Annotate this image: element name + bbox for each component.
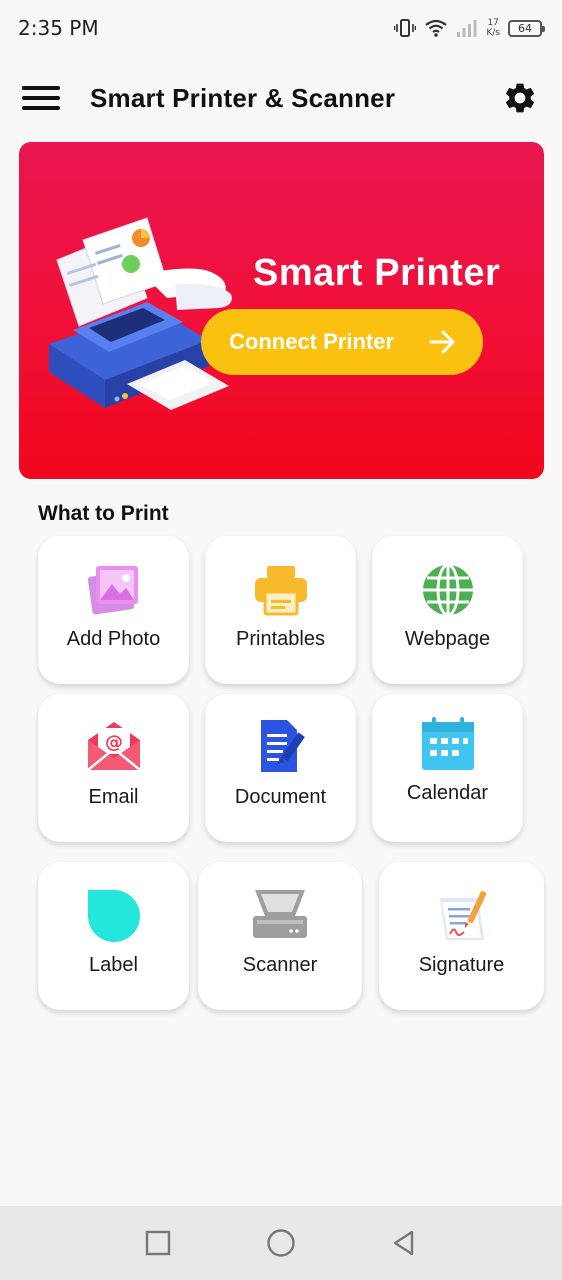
tile-label[interactable]: Label	[38, 862, 189, 1010]
tile-email[interactable]: @ Email	[38, 694, 189, 842]
tile-signature[interactable]: Signature	[379, 862, 544, 1010]
vibrate-icon	[394, 19, 417, 37]
section-title: What to Print	[38, 502, 169, 525]
printer-illustration	[49, 217, 232, 410]
tile-scanner[interactable]: Scanner	[198, 862, 362, 1010]
tile-document[interactable]: Document	[205, 694, 356, 842]
gear-icon[interactable]	[500, 78, 540, 118]
status-icons: 17 K/s 64	[394, 18, 545, 38]
tile-label: Printables	[236, 628, 325, 650]
banner-title: Smart Printer	[253, 252, 501, 294]
connect-printer-label: Connect Printer	[229, 329, 395, 354]
network-speed-unit: K/s	[486, 28, 500, 38]
home-circle-icon[interactable]	[261, 1223, 301, 1263]
tile-add-photo[interactable]: Add Photo	[38, 536, 189, 684]
status-time: 2:35 PM	[18, 16, 99, 40]
tile-label: Add Photo	[66, 628, 161, 650]
status-bar: 2:35 PM 17 K/s 64	[0, 0, 562, 56]
wifi-icon	[425, 19, 448, 37]
email-icon: @	[86, 722, 141, 771]
tile-label: Document	[234, 786, 327, 808]
connect-printer-button[interactable]: Connect Printer	[201, 309, 483, 375]
signature-icon	[439, 890, 486, 940]
label-icon	[87, 890, 140, 942]
smart-printer-banner[interactable]: Smart Printer Connect Printer	[19, 142, 544, 479]
battery-level: 64	[518, 21, 532, 35]
signal-icon	[457, 20, 477, 37]
photo-icon	[87, 566, 138, 615]
tile-label-text: Label	[89, 954, 138, 976]
app-bar: Smart Printer & Scanner	[0, 56, 562, 140]
network-speed-value: 17	[487, 18, 499, 28]
app-title: Smart Printer & Scanner	[90, 82, 396, 113]
battery-icon: 64	[508, 19, 545, 37]
arrow-right-icon	[429, 330, 455, 354]
back-triangle-icon[interactable]	[384, 1223, 424, 1263]
svg-text:@: @	[105, 732, 123, 753]
hamburger-menu-icon[interactable]	[22, 83, 60, 113]
printer-icon	[254, 566, 307, 616]
system-navigation-bar	[0, 1206, 562, 1280]
tile-label: Calendar	[406, 782, 489, 804]
recents-square-icon[interactable]	[138, 1223, 178, 1263]
scanner-icon	[253, 890, 307, 938]
tile-label: Email	[88, 786, 139, 808]
globe-icon	[422, 563, 473, 617]
tile-label: Signature	[418, 954, 505, 976]
network-speed: 17 K/s	[486, 18, 500, 38]
tile-label: Webpage	[404, 628, 491, 650]
calendar-icon	[421, 717, 474, 770]
tile-printables[interactable]: Printables	[205, 536, 356, 684]
document-icon	[260, 720, 305, 772]
tile-calendar[interactable]: Calendar	[372, 694, 523, 842]
tile-label: Scanner	[242, 954, 318, 976]
tile-webpage[interactable]: Webpage	[372, 536, 523, 684]
